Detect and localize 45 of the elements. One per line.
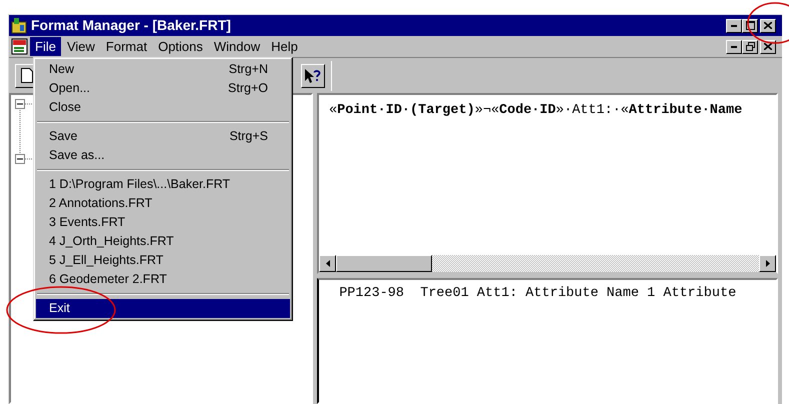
close-button[interactable] (760, 40, 776, 54)
preview-text: PP123-98 Tree01 Att1: Attribute Name 1 Attribute (338, 286, 736, 301)
menu-entry[interactable]: Open... Strg+O (36, 79, 290, 98)
menu-item[interactable]: Window (208, 37, 266, 56)
menu-entry[interactable]: New Strg+N (36, 60, 290, 79)
close-icon (764, 43, 772, 50)
close-button[interactable] (760, 18, 776, 32)
scroll-thumb[interactable] (336, 255, 432, 272)
pointer-question-icon (304, 68, 322, 84)
menu-entry[interactable]: 2 Annotations.FRT (36, 194, 290, 213)
menu-entry[interactable]: Exit (36, 299, 290, 318)
restore-icon (746, 42, 754, 51)
menu-entry[interactable]: Save Strg+S (36, 127, 290, 146)
menu-entry[interactable]: 6 Geodemeter 2.FRT (36, 270, 290, 289)
shortcut-label: Strg+O (228, 80, 268, 98)
menu-item[interactable]: File (30, 37, 61, 56)
menu-entry[interactable]: Save as... (36, 146, 290, 165)
document-icon (11, 38, 29, 56)
menu-entry[interactable]: 4 J_Orth_Heights.FRT (36, 232, 290, 251)
format-text: «Point·ID·(Target)»¬«Code·ID»·Att1:·«Attribute·Name (329, 103, 742, 118)
restore-button[interactable] (742, 40, 758, 54)
close-icon (764, 22, 772, 29)
left-arrow-icon (326, 260, 330, 267)
help-button[interactable] (301, 64, 325, 88)
minimize-button[interactable] (726, 40, 742, 54)
shortcut-label: Strg+N (228, 61, 268, 78)
menu-item[interactable]: View (62, 37, 100, 56)
menu-item[interactable]: Format (100, 37, 152, 56)
minimize-button[interactable] (726, 18, 742, 32)
menu-entry[interactable]: 3 Events.FRT (36, 213, 290, 232)
maximize-icon (746, 21, 754, 30)
menu-entry[interactable]: 5 J_Ell_Heights.FRT (36, 251, 290, 270)
right-arrow-icon (766, 260, 770, 267)
app-icon (11, 17, 28, 34)
window-title: Format Manager - [Baker.FRT] (31, 16, 232, 35)
menu-item[interactable]: Options (153, 37, 208, 56)
horizontal-scrollbar[interactable] (319, 255, 776, 272)
menu-entry[interactable]: Close (36, 98, 290, 117)
maximize-button[interactable] (742, 18, 758, 32)
menu-entry[interactable]: 1 D:\Program Files\...\Baker.FRT (36, 175, 290, 194)
menu-item[interactable]: Help (266, 37, 303, 56)
shortcut-label: Strg+S (229, 128, 268, 146)
minimize-icon (731, 46, 737, 48)
tree-lines-drawing (15, 99, 33, 164)
minimize-icon (731, 24, 737, 26)
